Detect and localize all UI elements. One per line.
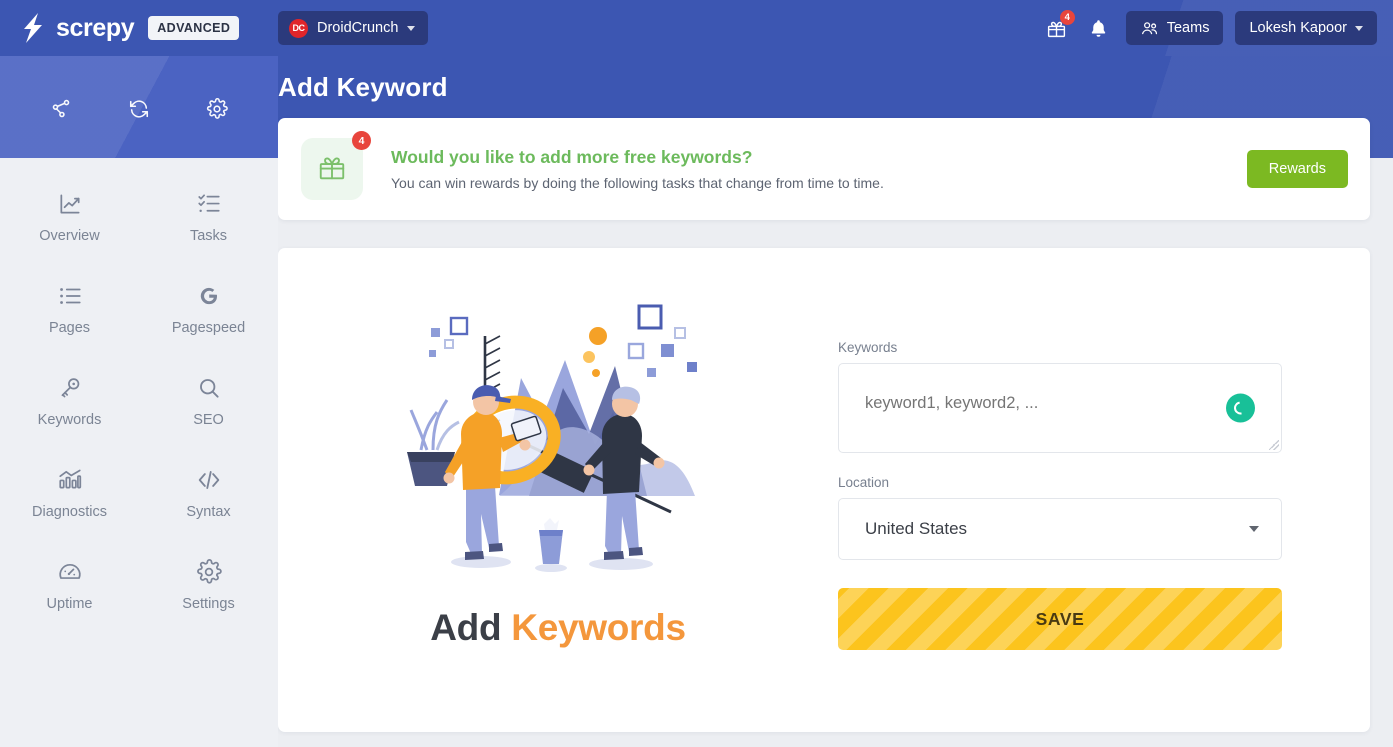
save-button[interactable]: SAVE (838, 588, 1282, 650)
sidebar-item-label: Settings (182, 596, 235, 612)
brand[interactable]: screpy ADVANCED (20, 0, 240, 56)
gear-icon (196, 558, 222, 586)
top-bar-actions: 4 Teams Lokesh Kapoor (1042, 0, 1377, 56)
code-icon (196, 466, 222, 494)
keywords-input-wrapper (838, 363, 1282, 453)
banner-title: Would you like to add more free keywords… (391, 147, 753, 167)
main-content: Add Keyword 4 Would you like to add more… (278, 0, 1393, 747)
banner-subtitle: You can win rewards by doing the followi… (391, 175, 884, 191)
people-with-magnifier-illustration (403, 300, 713, 595)
notifications-button[interactable] (1084, 13, 1114, 43)
google-g-icon (196, 282, 222, 310)
banner-text-block: Would you like to add more free keywords… (391, 147, 884, 191)
keywords-label: Keywords (838, 340, 898, 355)
location-selected-value: United States (865, 519, 968, 538)
gauge-icon (57, 558, 83, 586)
sidebar-item-settings[interactable]: Settings (139, 558, 278, 612)
location-select[interactable]: United States (838, 498, 1282, 560)
account-name: Lokesh Kapoor (1249, 20, 1347, 36)
add-keyword-card: Add Keywords Keywords Location United St… (278, 248, 1370, 732)
keyword-form: Keywords Location United States SAVE (838, 248, 1358, 732)
rewards-button[interactable]: Rewards (1246, 150, 1348, 188)
keywords-input[interactable] (839, 364, 1281, 452)
key-icon (57, 374, 83, 402)
site-selector[interactable]: DC DroidCrunch (278, 11, 429, 45)
caption-word-add: Add (430, 607, 502, 648)
gear-icon[interactable] (206, 98, 228, 125)
list-icon (57, 282, 83, 310)
lightning-bolt-icon (20, 13, 46, 43)
location-label: Location (838, 475, 890, 490)
refresh-icon[interactable] (128, 98, 150, 125)
checklist-icon (196, 190, 222, 218)
gift-badge-count: 4 (352, 131, 371, 150)
sidebar-item-label: Uptime (46, 596, 93, 612)
sidebar-item-label: Syntax (186, 504, 231, 520)
account-menu[interactable]: Lokesh Kapoor (1235, 11, 1377, 45)
sidebar-item-overview[interactable]: Overview (0, 190, 139, 244)
sidebar-item-uptime[interactable]: Uptime (0, 558, 139, 612)
plan-badge: ADVANCED (148, 16, 240, 40)
users-icon (1141, 21, 1157, 34)
sidebar-item-keywords[interactable]: Keywords (0, 374, 139, 428)
sidebar-item-pagespeed[interactable]: Pagespeed (139, 282, 278, 336)
sidebar-tool-row (0, 98, 278, 125)
teams-button[interactable]: Teams (1125, 11, 1224, 45)
illustration-column: Add Keywords (278, 248, 838, 732)
sidebar-item-pages[interactable]: Pages (0, 282, 139, 336)
gift-icon (317, 152, 347, 187)
loading-spinner-icon (1226, 393, 1255, 423)
page-title: Add Keyword (278, 72, 448, 102)
chevron-down-icon (1355, 25, 1363, 31)
sidebar-item-label: Tasks (189, 228, 228, 244)
top-bar: screpy ADVANCED DC DroidCrunch 4 Teams L… (0, 0, 1393, 56)
banner-gift-icon-wrapper: 4 (301, 131, 371, 200)
textarea-resize-handle[interactable] (1269, 440, 1279, 450)
sidebar-item-seo[interactable]: SEO (139, 374, 278, 428)
chevron-down-icon (407, 25, 416, 31)
bar-chart-icon (57, 466, 83, 494)
site-favicon: DC (289, 18, 308, 38)
sidebar-item-label: Overview (39, 228, 100, 244)
sidebar: Overview Tasks Pages Pagespeed Keywords … (0, 0, 278, 747)
chart-line-icon (57, 190, 83, 218)
search-icon (196, 374, 222, 402)
sidebar-item-diagnostics[interactable]: Diagnostics (0, 466, 139, 520)
brand-name: screpy (56, 13, 135, 42)
sidebar-item-tasks[interactable]: Tasks (139, 190, 278, 244)
sidebar-item-label: Pagespeed (171, 320, 246, 336)
sidebar-item-label: Pages (48, 320, 91, 336)
site-structure-icon[interactable] (50, 98, 72, 125)
gift-badge-count: 4 (1059, 10, 1075, 25)
sidebar-item-label: SEO (193, 412, 224, 428)
rewards-banner: 4 Would you like to add more free keywor… (278, 118, 1370, 220)
teams-label: Teams (1166, 20, 1210, 36)
sidebar-nav: Overview Tasks Pages Pagespeed Keywords … (0, 190, 278, 612)
caption-word-keywords: Keywords (511, 607, 686, 648)
chevron-down-icon (1249, 526, 1259, 532)
sidebar-item-syntax[interactable]: Syntax (139, 466, 278, 520)
bell-icon (1091, 19, 1106, 37)
sidebar-item-label: Diagnostics (32, 504, 107, 520)
illustration-caption: Add Keywords (430, 607, 686, 649)
site-name: DroidCrunch (317, 20, 399, 36)
gift-rewards-button[interactable]: 4 (1042, 10, 1075, 43)
sidebar-item-label: Keywords (37, 412, 102, 428)
